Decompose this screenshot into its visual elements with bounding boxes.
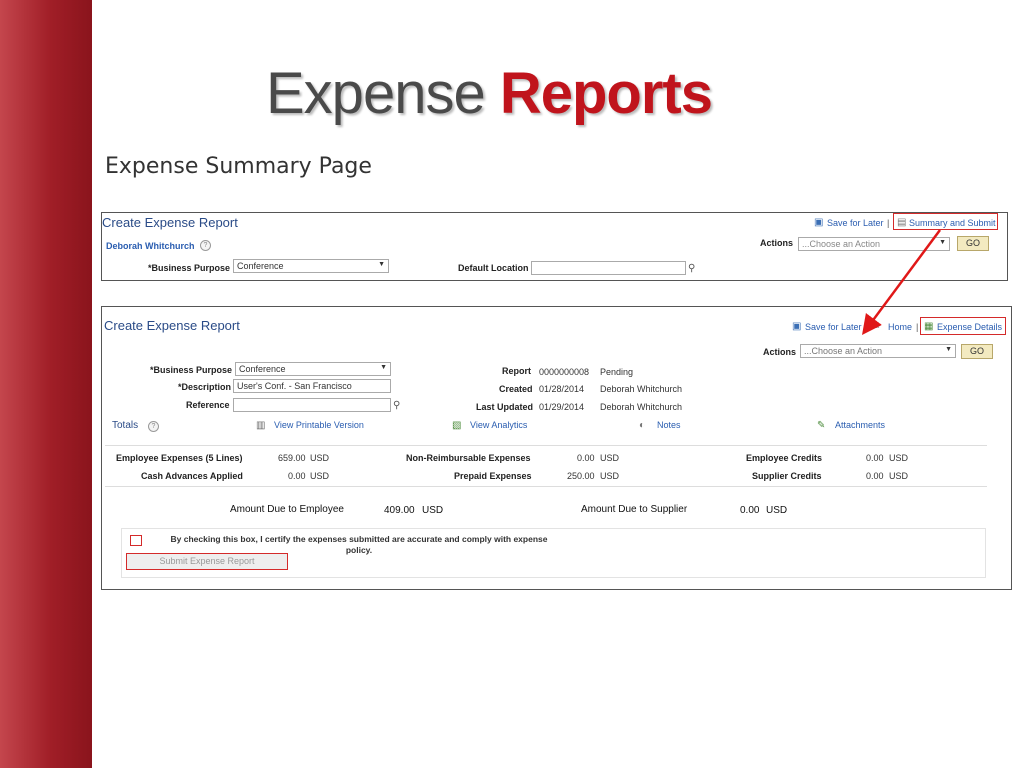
employee-expenses-value: 659.00: [278, 453, 306, 463]
divider: [105, 486, 987, 487]
last-updated-date: 01/29/2014: [539, 402, 585, 412]
submit-expense-report-button[interactable]: Submit Expense Report: [126, 553, 288, 570]
amount-due-supplier-label: Amount Due to Supplier: [581, 504, 688, 515]
amount-due-supplier-value: 0.00: [740, 505, 760, 516]
panel-main-title: Create Expense Report: [104, 318, 240, 333]
summary-and-submit-link[interactable]: Summary and Submit: [909, 218, 996, 228]
analytics-icon: ▧: [452, 420, 462, 431]
employee-credits-value: 0.00: [866, 453, 884, 463]
employee-expenses-label: Employee Expenses (5 Lines): [116, 453, 243, 463]
currency: USD: [889, 453, 909, 463]
slide-side-bar: [0, 0, 92, 768]
view-analytics-link[interactable]: View Analytics: [470, 420, 527, 430]
details-icon: ▦: [924, 321, 934, 332]
description-label: *Description: [178, 382, 232, 392]
actions-label: Actions: [760, 238, 794, 248]
certify-checkbox[interactable]: [130, 535, 142, 546]
slide-title: Expense Reports: [266, 60, 713, 127]
created-label: Created: [499, 384, 533, 394]
currency: USD: [600, 453, 620, 463]
save-for-later-link[interactable]: Save for Later: [805, 322, 862, 332]
paperclip-icon: ✎: [817, 420, 826, 431]
chevron-down-icon: ▼: [380, 364, 387, 371]
supplier-credits-label: Supplier Credits: [752, 471, 822, 481]
currency: USD: [766, 505, 788, 516]
expense-details-link[interactable]: Expense Details: [937, 322, 1002, 332]
totals-heading: Totals: [112, 420, 139, 431]
business-purpose-select[interactable]: Conference ▼: [235, 362, 391, 376]
currency: USD: [310, 453, 330, 463]
view-printable-link[interactable]: View Printable Version: [274, 420, 364, 430]
currency: USD: [889, 471, 909, 481]
non-reimbursable-value: 0.00: [577, 453, 595, 463]
slide-title-accent: Reports: [499, 61, 713, 126]
supplier-credits-value: 0.00: [866, 471, 884, 481]
chevron-down-icon: ▼: [939, 239, 946, 246]
created-date: 01/28/2014: [539, 384, 585, 394]
reference-input[interactable]: [233, 398, 391, 412]
prepaid-expenses-label: Prepaid Expenses: [454, 471, 532, 481]
employee-credits-label: Employee Credits: [746, 453, 823, 463]
attachments-link[interactable]: Attachments: [835, 420, 885, 430]
go-button[interactable]: GO: [961, 344, 993, 359]
printer-icon: ▥: [256, 420, 266, 431]
search-icon[interactable]: ⚲: [688, 264, 695, 274]
cash-advances-label: Cash Advances Applied: [141, 471, 243, 481]
floppy-disk-icon: ▣: [814, 217, 824, 228]
panel-top-title: Create Expense Report: [102, 215, 238, 230]
report-label: Report: [502, 366, 531, 376]
last-updated-label: Last Updated: [476, 402, 534, 412]
amount-due-employee-label: Amount Due to Employee: [230, 504, 344, 515]
business-purpose-label: *Business Purpose: [148, 263, 231, 273]
chevron-down-icon: ▼: [378, 261, 385, 268]
chevron-down-icon: ▼: [945, 346, 952, 353]
certify-text-line-2: policy.: [345, 545, 373, 555]
certify-text-line-1: By checking this box, I certify the expe…: [170, 534, 548, 544]
link-separator: |: [887, 218, 890, 228]
default-location-input[interactable]: [531, 261, 686, 275]
report-status: Pending: [600, 367, 634, 377]
notes-link[interactable]: Notes: [657, 420, 681, 430]
actions-select[interactable]: ...Choose an Action ▼: [800, 344, 956, 358]
search-icon[interactable]: ⚲: [393, 401, 400, 411]
actions-label: Actions: [763, 347, 797, 357]
notes-icon: ◐: [639, 420, 646, 431]
home-icon: ⌂: [874, 320, 881, 331]
slide-subtitle: Expense Summary Page: [105, 154, 372, 179]
currency: USD: [422, 505, 444, 516]
help-icon[interactable]: ?: [200, 240, 211, 251]
currency: USD: [600, 471, 620, 481]
slide-title-prefix: Expense: [266, 61, 486, 126]
default-location-label: Default Location: [458, 263, 529, 273]
report-number: 0000000008: [539, 367, 590, 377]
floppy-disk-icon: ▣: [792, 321, 802, 332]
divider: [105, 445, 987, 446]
help-icon[interactable]: ?: [148, 421, 159, 432]
business-purpose-label: *Business Purpose: [150, 365, 233, 375]
employee-name-link[interactable]: Deborah Whitchurch: [106, 241, 195, 251]
description-input[interactable]: User's Conf. - San Francisco: [233, 379, 391, 393]
reference-label: Reference: [186, 400, 230, 410]
last-updated-by: Deborah Whitchurch: [600, 402, 683, 412]
link-separator: |: [916, 322, 919, 332]
document-icon: ▤: [897, 217, 907, 228]
go-button[interactable]: GO: [957, 236, 989, 251]
non-reimbursable-label: Non-Reimbursable Expenses: [406, 453, 531, 463]
actions-select[interactable]: ...Choose an Action ▼: [798, 237, 950, 251]
business-purpose-select[interactable]: Conference ▼: [233, 259, 389, 273]
currency: USD: [310, 471, 330, 481]
home-link[interactable]: Home: [888, 322, 912, 332]
save-for-later-link[interactable]: Save for Later: [827, 218, 884, 228]
created-by: Deborah Whitchurch: [600, 384, 683, 394]
cash-advances-value: 0.00: [288, 471, 306, 481]
amount-due-employee-value: 409.00: [384, 505, 415, 516]
prepaid-expenses-value: 250.00: [567, 471, 595, 481]
